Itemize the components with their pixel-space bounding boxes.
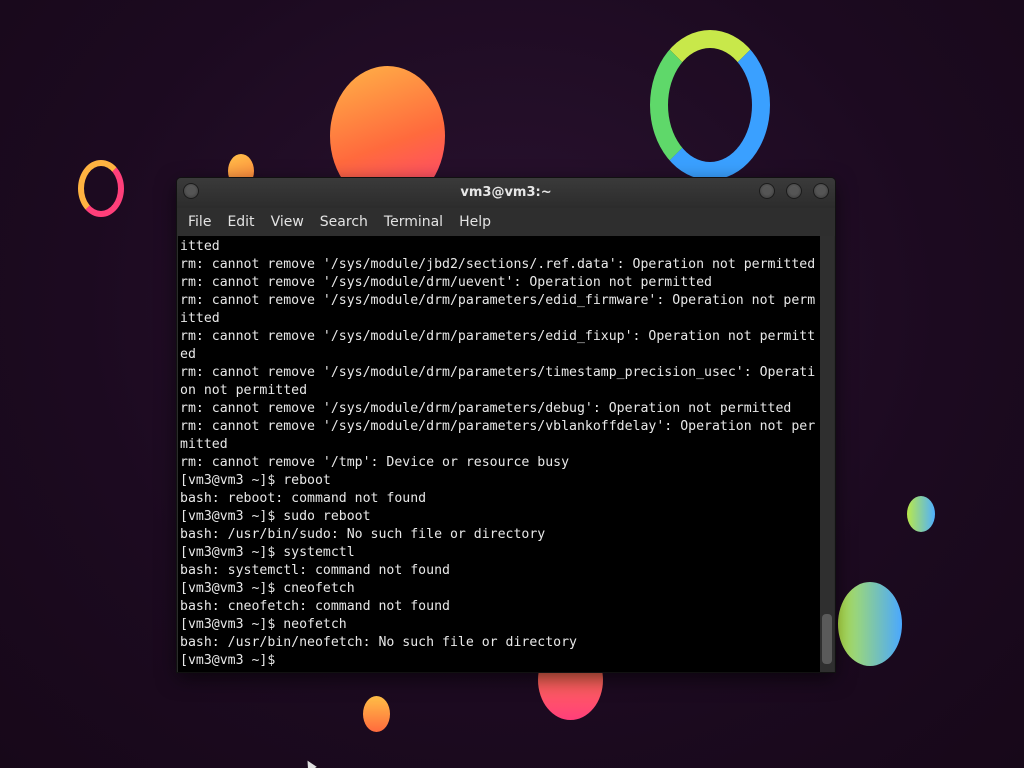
- terminal-line: rm: cannot remove '/sys/module/drm/param…: [180, 293, 816, 308]
- terminal-line: [vm3@vm3 ~]$ neofetch: [180, 617, 347, 632]
- menu-help[interactable]: Help: [451, 210, 499, 234]
- titlebar[interactable]: vm3@vm3:~: [177, 178, 835, 208]
- desktop: vm3@vm3:~ File Edit View Search Terminal…: [0, 0, 1024, 768]
- close-icon[interactable]: [813, 183, 829, 199]
- terminal-line: rm: cannot remove '/sys/module/drm/param…: [180, 329, 816, 344]
- menu-view[interactable]: View: [263, 210, 312, 234]
- terminal-line: rm: cannot remove '/sys/module/jbd2/sect…: [180, 257, 816, 272]
- menu-terminal[interactable]: Terminal: [376, 210, 451, 234]
- wallpaper-tiny-orange-bubble: [363, 696, 390, 732]
- wallpaper-small-ring: [78, 160, 124, 217]
- terminal-line: bash: /usr/bin/neofetch: No such file or…: [180, 635, 577, 650]
- wallpaper-green-bubble: [838, 582, 902, 666]
- terminal-line: rm: cannot remove '/tmp': Device or reso…: [180, 455, 570, 470]
- terminal-line: rm: cannot remove '/sys/module/drm/param…: [180, 365, 816, 380]
- menubar: File Edit View Search Terminal Help: [177, 208, 835, 236]
- terminal-line: [vm3@vm3 ~]$ systemctl: [180, 545, 355, 560]
- menu-search[interactable]: Search: [312, 210, 376, 234]
- terminal-line: itted: [180, 311, 220, 326]
- terminal-line: on not permitted: [180, 383, 308, 398]
- terminal-line: [vm3@vm3 ~]$ sudo reboot: [180, 509, 371, 524]
- terminal-line: rm: cannot remove '/sys/module/drm/param…: [180, 401, 792, 416]
- wallpaper-large-ring: [650, 30, 770, 180]
- terminal-line: rm: cannot remove '/sys/module/drm/param…: [180, 419, 816, 434]
- terminal-area[interactable]: itted rm: cannot remove '/sys/module/jbd2…: [178, 236, 834, 672]
- terminal-line: bash: /usr/bin/sudo: No such file or dir…: [180, 527, 546, 542]
- window-title: vm3@vm3:~: [460, 185, 552, 200]
- maximize-icon[interactable]: [786, 183, 802, 199]
- terminal-line: bash: cneofetch: command not found: [180, 599, 450, 614]
- mouse-pointer-icon: [303, 758, 317, 768]
- scrollbar-thumb[interactable]: [822, 614, 832, 664]
- terminal-line: [vm3@vm3 ~]$: [180, 653, 276, 668]
- terminal-line: itted: [180, 239, 220, 254]
- terminal-line: [vm3@vm3 ~]$ cneofetch: [180, 581, 355, 596]
- terminal-line: rm: cannot remove '/sys/module/drm/ueven…: [180, 275, 712, 290]
- terminal-line: [vm3@vm3 ~]$ reboot: [180, 473, 331, 488]
- terminal-line: bash: reboot: command not found: [180, 491, 427, 506]
- scrollbar[interactable]: [820, 236, 834, 672]
- terminal-line: bash: systemctl: command not found: [180, 563, 450, 578]
- terminal-line: mitted: [180, 437, 228, 452]
- wallpaper-small-green-bubble: [907, 496, 935, 532]
- terminal-line: ed: [180, 347, 196, 362]
- terminal-output[interactable]: itted rm: cannot remove '/sys/module/jbd2…: [178, 236, 820, 672]
- menu-edit[interactable]: Edit: [219, 210, 262, 234]
- minimize-icon[interactable]: [759, 183, 775, 199]
- terminal-window[interactable]: vm3@vm3:~ File Edit View Search Terminal…: [177, 178, 835, 672]
- menu-file[interactable]: File: [180, 210, 219, 234]
